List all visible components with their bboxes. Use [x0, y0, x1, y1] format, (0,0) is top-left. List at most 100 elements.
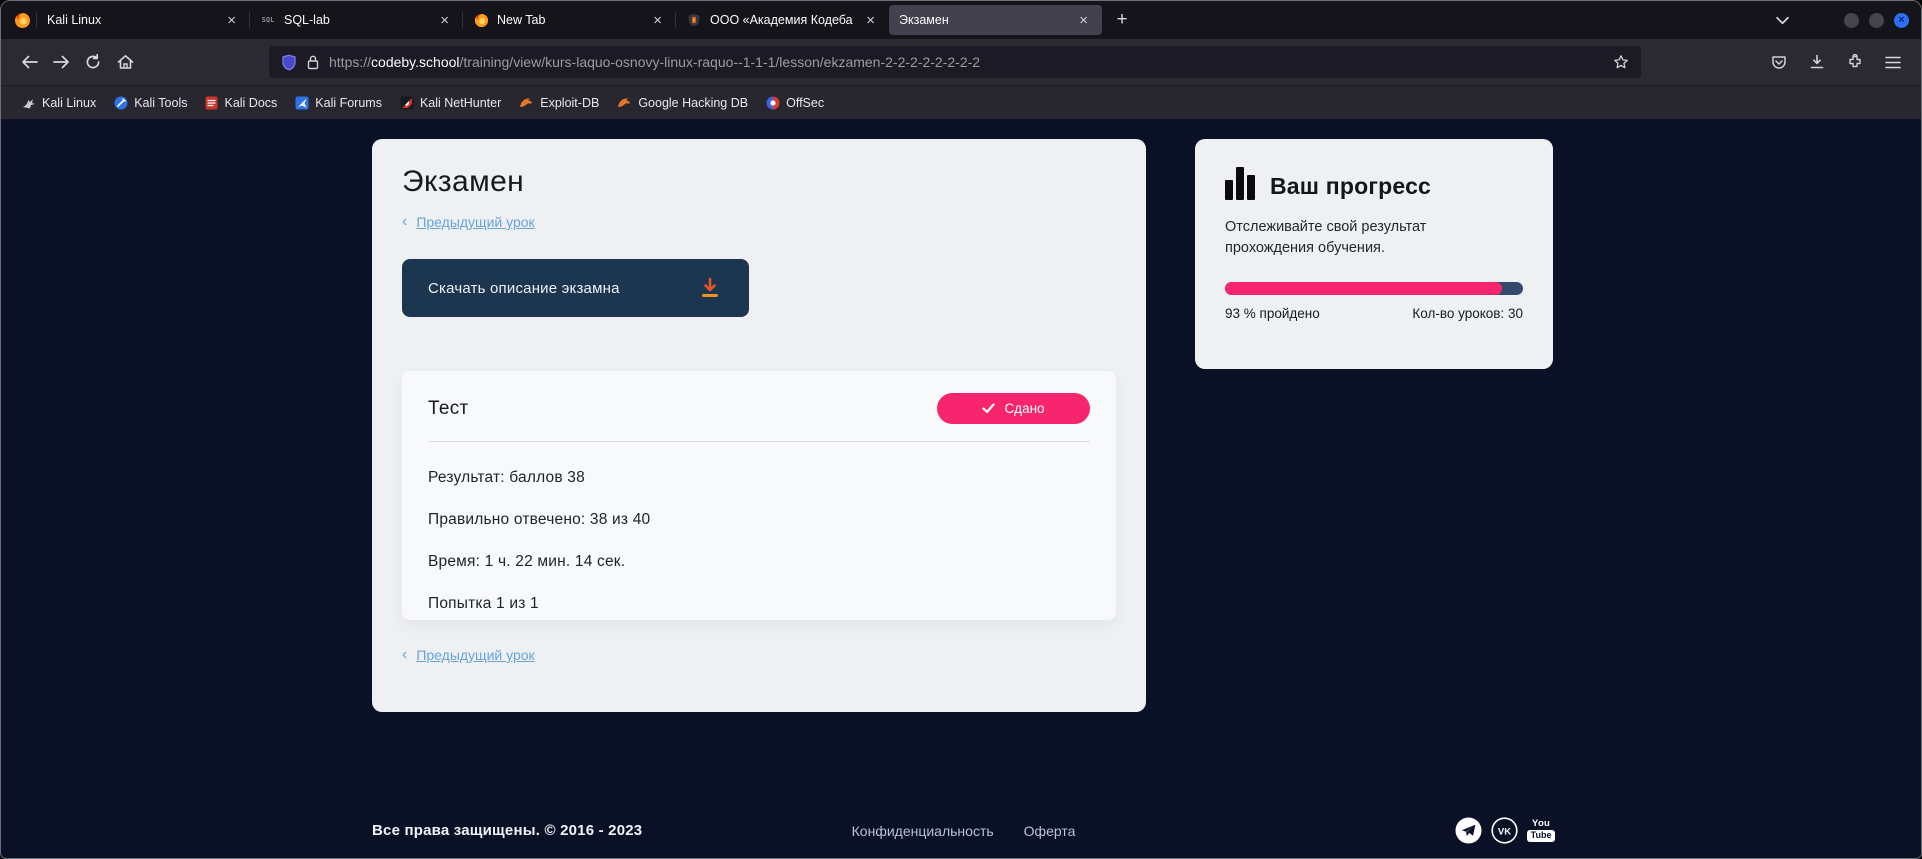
- progress-percent-label: 93 % пройдено: [1225, 306, 1320, 321]
- bookmark-kali-tools[interactable]: Kali Tools: [107, 93, 194, 113]
- menu-hamburger-icon[interactable]: [1877, 46, 1909, 78]
- bookmark-google-hacking-db[interactable]: Google Hacking DB: [610, 93, 755, 113]
- bookmark-label: OffSec: [786, 96, 824, 110]
- result-time: Время: 1 ч. 22 мин. 14 сек.: [428, 553, 1090, 571]
- url-host: codeby.school: [371, 54, 459, 70]
- toolbar-right-icons: [1763, 46, 1909, 78]
- progress-description: Отслеживайте свой результат прохождения …: [1225, 217, 1470, 259]
- bookmark-star-icon[interactable]: [1613, 54, 1629, 70]
- result-attempt: Попытка 1 из 1: [428, 595, 1090, 613]
- bookmark-kali-forums[interactable]: Kali Forums: [288, 93, 389, 113]
- url-path: /training/view/kurs-laquo-osnovy-linux-r…: [460, 54, 981, 70]
- pocket-icon[interactable]: [1763, 46, 1795, 78]
- result-correct: Правильно отвечено: 38 из 40: [428, 511, 1090, 529]
- privacy-link[interactable]: Конфиденциальность: [852, 823, 994, 839]
- back-button[interactable]: [13, 46, 45, 78]
- result-score: Результат: баллов 38: [428, 469, 1090, 487]
- offer-link[interactable]: Оферта: [1024, 823, 1076, 839]
- tab-akademiya-codeby[interactable]: ООО «Академия Кодеба ×: [676, 5, 889, 35]
- bookmarks-bar: Kali Linux Kali Tools Kali Docs Kali For…: [1, 85, 1921, 119]
- tab-sql-lab[interactable]: SQL SQL-lab ×: [250, 5, 463, 35]
- tab-close-icon[interactable]: ×: [223, 11, 240, 30]
- copyright-text: Все права защищены. © 2016 - 2023: [372, 822, 642, 839]
- telegram-icon[interactable]: [1455, 817, 1482, 844]
- bookmark-kali-nethunter[interactable]: Kali NetHunter: [393, 93, 508, 113]
- firefox-favicon-icon: [473, 12, 489, 28]
- navigation-toolbar: https://codeby.school/training/view/kurs…: [1, 39, 1921, 85]
- window-close-button[interactable]: ×: [1894, 13, 1909, 28]
- downloads-icon[interactable]: [1801, 46, 1833, 78]
- previous-lesson-link-top[interactable]: ‹ Предыдущий урок: [402, 214, 535, 230]
- bookmark-label: Google Hacking DB: [638, 96, 748, 110]
- tab-title: Kali Linux: [47, 13, 215, 27]
- passed-status-badge: Сдано: [937, 393, 1090, 424]
- kali-nethunter-icon: [400, 96, 414, 110]
- kali-docs-icon: [205, 96, 218, 110]
- tab-ekzamen-active[interactable]: Экзамен ×: [889, 5, 1102, 35]
- sql-favicon-icon: SQL: [260, 12, 276, 28]
- vk-icon[interactable]: VK: [1491, 817, 1518, 844]
- url-text: https://codeby.school/training/view/kurs…: [329, 54, 1604, 70]
- download-arrow-icon: [697, 275, 723, 301]
- badge-label: Сдано: [1004, 401, 1044, 416]
- tab-close-icon[interactable]: ×: [1075, 11, 1092, 30]
- divider: [428, 441, 1090, 442]
- chevron-left-icon: ‹: [402, 214, 407, 230]
- download-exam-description-button[interactable]: Скачать описание экзамна: [402, 259, 749, 317]
- window-maximize-button[interactable]: [1869, 13, 1884, 28]
- tab-title: SQL-lab: [284, 13, 428, 27]
- tab-title: ООО «Академия Кодеба: [710, 13, 854, 27]
- bar-chart-icon: [1225, 167, 1255, 200]
- reload-button[interactable]: [77, 46, 109, 78]
- progress-bar-fill: [1225, 282, 1502, 295]
- window-controls: ×: [1844, 13, 1909, 28]
- bookmark-label: Kali Linux: [42, 96, 96, 110]
- kali-dragon-icon: [22, 96, 36, 110]
- browser-window: Kali Linux × SQL SQL-lab × New Tab × ООО…: [0, 0, 1922, 859]
- previous-lesson-link-bottom[interactable]: ‹ Предыдущий урок: [402, 647, 535, 663]
- youtube-icon[interactable]: You Tube: [1527, 819, 1555, 842]
- tab-close-icon[interactable]: ×: [649, 11, 666, 30]
- tab-close-icon[interactable]: ×: [862, 11, 879, 30]
- tab-title: Экзамен: [899, 13, 1067, 27]
- exam-card: Экзамен ‹ Предыдущий урок Скачать описан…: [372, 139, 1146, 712]
- footer-links: Конфиденциальность Оферта: [852, 823, 1076, 839]
- tab-kali-linux[interactable]: Kali Linux ×: [37, 5, 250, 35]
- extensions-puzzle-icon[interactable]: [1839, 46, 1871, 78]
- progress-panel: Ваш прогресс Отслеживайте свой результат…: [1195, 139, 1553, 369]
- svg-text:VK: VK: [1498, 826, 1511, 837]
- lock-icon[interactable]: [306, 54, 320, 70]
- tab-bar: Kali Linux × SQL SQL-lab × New Tab × ООО…: [1, 1, 1921, 39]
- tab-new-tab[interactable]: New Tab ×: [463, 5, 676, 35]
- tab-close-icon[interactable]: ×: [436, 11, 453, 30]
- url-scheme: https://: [329, 54, 371, 70]
- home-button[interactable]: [109, 46, 141, 78]
- page-title: Экзамен: [402, 165, 1116, 199]
- list-all-tabs-chevron-icon[interactable]: [1768, 16, 1796, 25]
- bookmark-label: Kali Forums: [315, 96, 382, 110]
- google-hacking-db-bird-icon: [617, 96, 632, 109]
- bookmark-exploit-db[interactable]: Exploit-DB: [512, 93, 606, 113]
- bookmark-kali-linux[interactable]: Kali Linux: [15, 93, 103, 113]
- lessons-count-label: Кол-во уроков: 30: [1412, 306, 1523, 321]
- download-button-label: Скачать описание экзамна: [428, 280, 620, 297]
- page-content: Экзамен ‹ Предыдущий урок Скачать описан…: [1, 119, 1921, 858]
- window-minimize-button[interactable]: [1844, 13, 1859, 28]
- progress-title: Ваш прогресс: [1270, 173, 1431, 200]
- new-tab-button[interactable]: +: [1108, 6, 1136, 34]
- social-icons: VK You Tube: [1455, 817, 1555, 844]
- tracking-protection-shield-icon[interactable]: [281, 54, 297, 71]
- bookmark-offsec[interactable]: OffSec: [759, 93, 831, 113]
- kali-tools-icon: [114, 96, 128, 110]
- progress-bar-track: [1225, 282, 1523, 295]
- chevron-left-icon: ‹: [402, 647, 407, 663]
- exploit-db-bird-icon: [519, 96, 534, 109]
- bookmark-kali-docs[interactable]: Kali Docs: [198, 93, 284, 113]
- forward-button[interactable]: [45, 46, 77, 78]
- tab-strip: Kali Linux × SQL SQL-lab × New Tab × ООО…: [37, 1, 1102, 39]
- previous-lesson-label: Предыдущий урок: [416, 214, 534, 230]
- footer: Все права защищены. © 2016 - 2023 Конфид…: [372, 817, 1555, 844]
- url-bar[interactable]: https://codeby.school/training/view/kurs…: [269, 46, 1641, 78]
- previous-lesson-label: Предыдущий урок: [416, 647, 534, 663]
- offsec-icon: [766, 96, 780, 110]
